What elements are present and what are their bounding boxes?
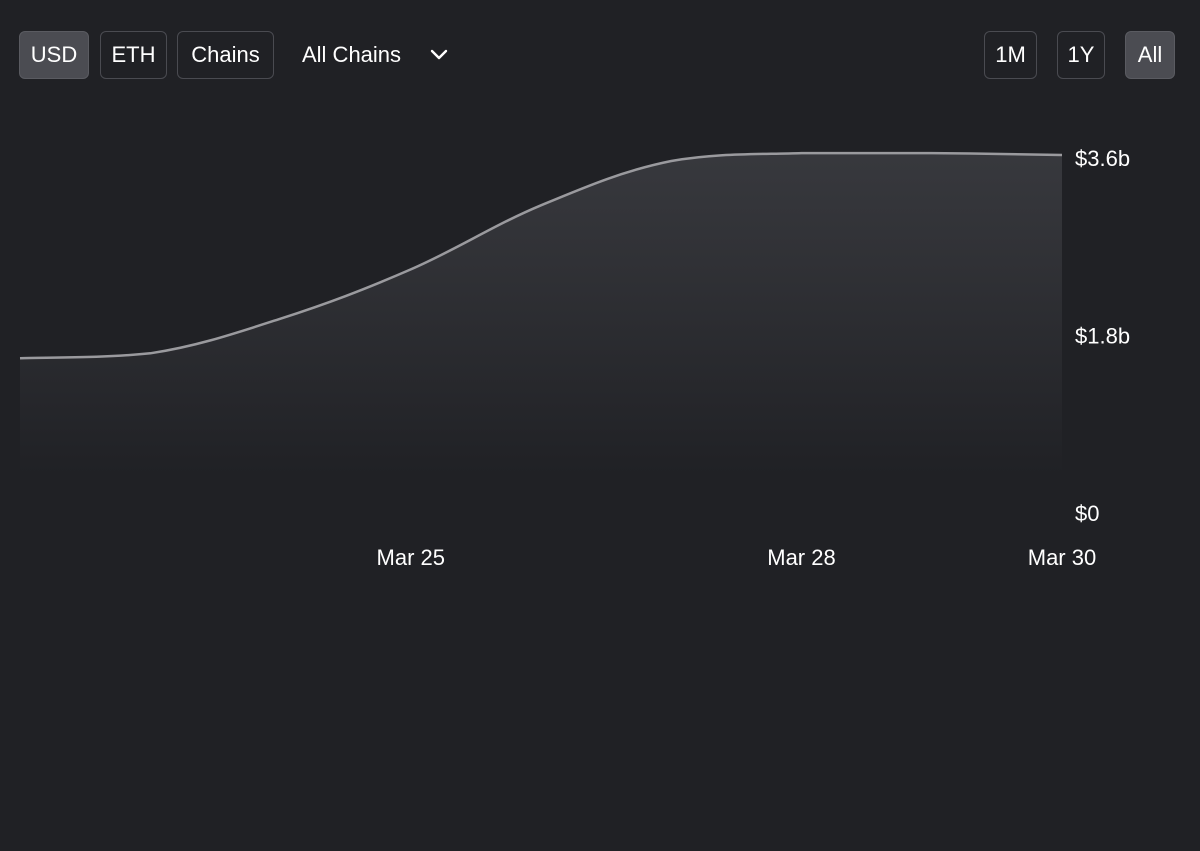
y-tick-label: $3.6b: [1075, 146, 1130, 171]
y-tick-label: $1.8b: [1075, 324, 1130, 349]
plot-area: [19, 151, 1063, 475]
y-tick-label: $0: [1075, 501, 1099, 526]
x-tick-label: Mar 25: [377, 545, 445, 570]
x-tick-label: Mar 30: [1028, 545, 1096, 570]
area-chart: $0 $1.8b $3.6b Mar 25 Mar 28 Mar 30: [19, 146, 1130, 570]
x-tick-label: Mar 28: [767, 545, 835, 570]
area-fill: [20, 153, 1062, 475]
